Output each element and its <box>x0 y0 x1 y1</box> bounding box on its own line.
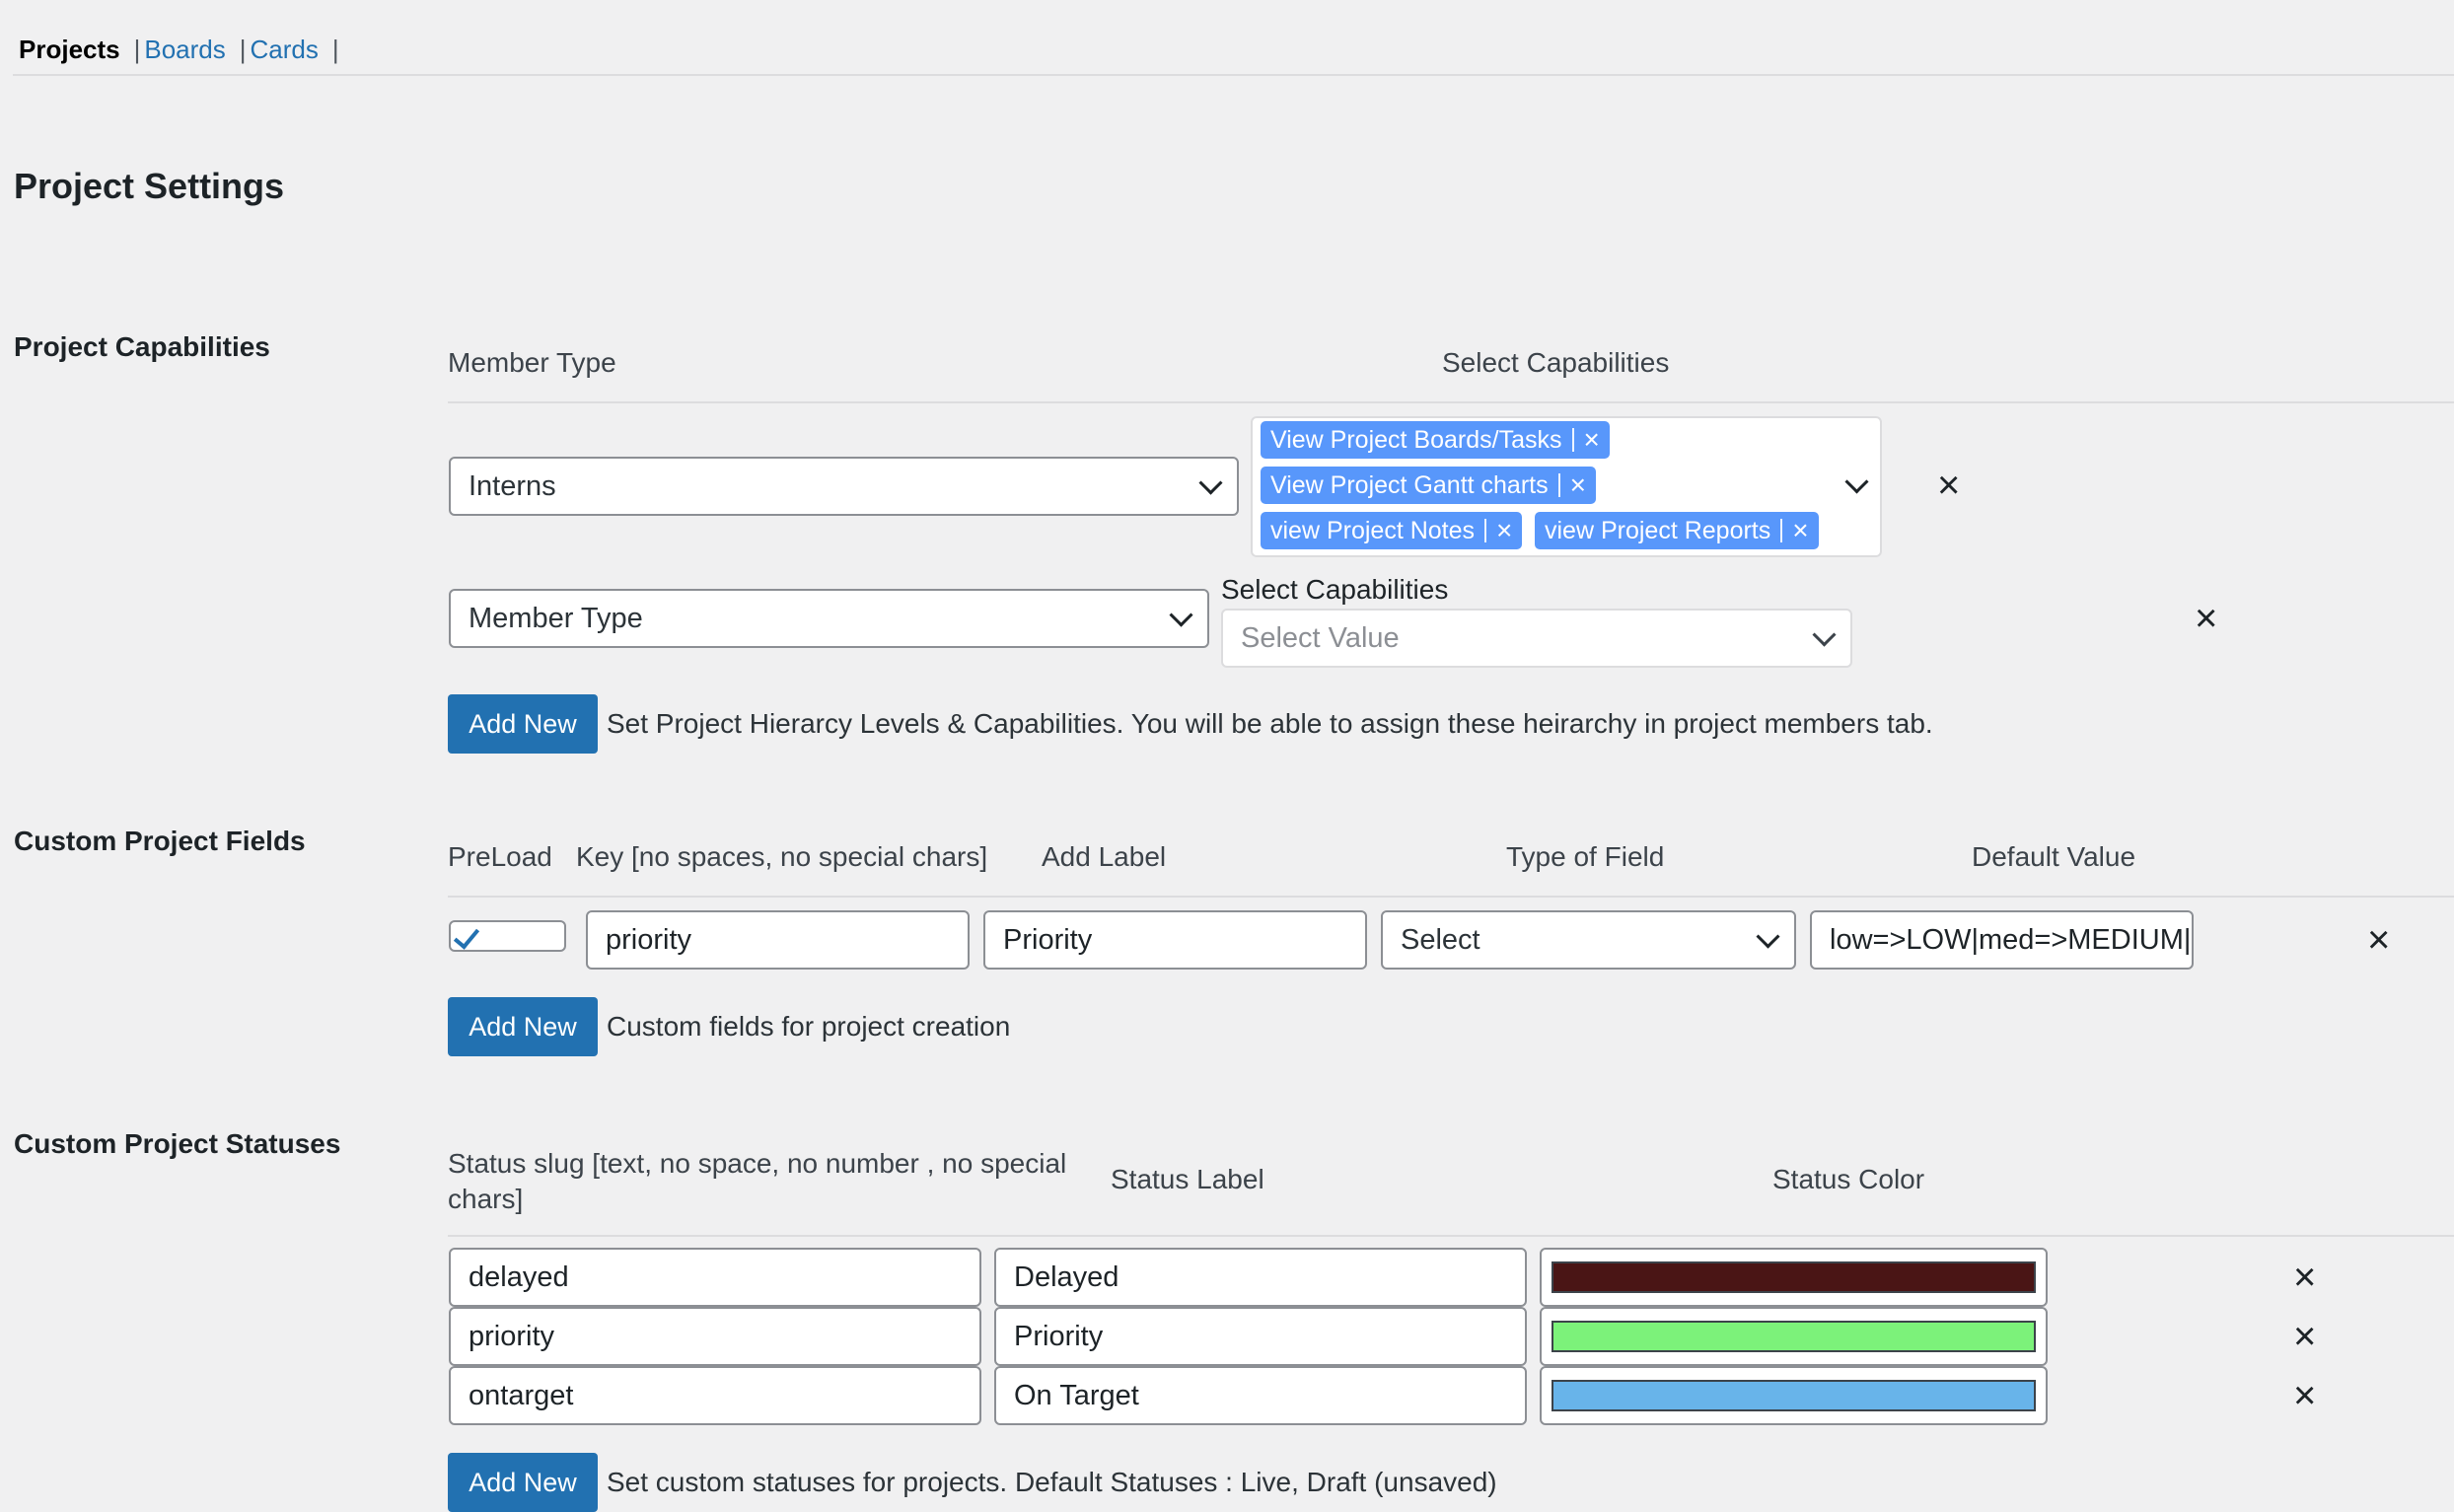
tab-separator: | <box>239 35 247 64</box>
capability-chip: View Project Gantt charts × <box>1261 467 1596 504</box>
field-label-input[interactable]: Priority <box>983 910 1367 970</box>
chip-label: view Project Notes <box>1270 516 1476 544</box>
fields-help-text: Custom fields for project creation <box>607 1011 1011 1042</box>
color-swatch <box>1552 1261 2036 1293</box>
field-default-input[interactable]: low=>LOW|med=>MEDIUM| <box>1810 910 2194 970</box>
remove-row-icon[interactable]: × <box>2367 920 2390 960</box>
chip-remove-icon[interactable]: × <box>1792 517 1808 544</box>
checkmark-icon <box>453 922 480 950</box>
chip-remove-icon[interactable]: × <box>1584 426 1600 454</box>
chevron-down-icon <box>1198 470 1223 495</box>
chip-divider <box>1484 519 1487 542</box>
status-color-picker[interactable] <box>1540 1366 2048 1425</box>
member-type-select[interactable]: Interns <box>449 457 1239 516</box>
remove-row-icon[interactable]: × <box>2293 1376 2316 1415</box>
select-capabilities-label: Select Capabilities <box>1221 574 1449 605</box>
column-header-status-label: Status Label <box>1111 1164 1264 1194</box>
chip-remove-icon[interactable]: × <box>1496 517 1512 544</box>
page-title: Project Settings <box>14 166 285 206</box>
status-slug-input[interactable]: delayed <box>449 1248 981 1307</box>
add-field-button[interactable]: Add New <box>448 997 598 1056</box>
column-header-status-slug: Status slug [text, no space, no number ,… <box>448 1146 1066 1217</box>
header-divider <box>448 896 2454 898</box>
capabilities-multiselect[interactable]: View Project Boards/Tasks × View Project … <box>1251 416 1882 557</box>
remove-row-icon[interactable]: × <box>2293 1258 2316 1297</box>
color-swatch <box>1552 1321 2036 1352</box>
capabilities-select[interactable]: Select Value <box>1221 609 1852 668</box>
capabilities-placeholder: Select Value <box>1241 621 1400 654</box>
chip-label: View Project Gantt charts <box>1270 470 1549 499</box>
status-slug-input[interactable]: priority <box>449 1307 981 1366</box>
add-status-button[interactable]: Add New <box>448 1453 598 1512</box>
column-header-key: Key [no spaces, no special chars] <box>576 841 988 872</box>
color-swatch <box>1552 1380 2036 1411</box>
top-tabs: Projects | Boards | Cards | <box>19 30 343 69</box>
header-divider <box>448 401 2454 403</box>
member-type-value: Interns <box>469 469 556 502</box>
remove-row-icon[interactable]: × <box>2293 1317 2316 1356</box>
status-slug-header-line: chars] <box>448 1184 524 1214</box>
header-divider <box>448 1235 2454 1237</box>
remove-row-icon[interactable]: × <box>2195 599 2217 638</box>
status-slug-input[interactable]: ontarget <box>449 1366 981 1425</box>
column-header-preload: PreLoad <box>448 841 552 872</box>
column-header-label: Add Label <box>1042 841 1167 872</box>
add-capability-button[interactable]: Add New <box>448 694 598 754</box>
statuses-help-text: Set custom statuses for projects. Defaul… <box>607 1467 1497 1497</box>
field-type-select[interactable]: Select <box>1381 910 1796 970</box>
chip-divider <box>1557 473 1560 497</box>
tab-separator: | <box>331 35 339 64</box>
capability-chip: View Project Boards/Tasks × <box>1261 421 1610 459</box>
member-type-value: Member Type <box>469 602 643 634</box>
section-title-capabilities: Project Capabilities <box>14 331 270 362</box>
field-key-input[interactable]: priority <box>586 910 970 970</box>
column-header-status-color: Status Color <box>1772 1164 1925 1194</box>
tab-boards[interactable]: Boards <box>144 35 225 64</box>
chip-remove-icon[interactable]: × <box>1570 471 1586 499</box>
section-title-statuses: Custom Project Statuses <box>14 1128 341 1159</box>
chip-divider <box>1571 428 1574 452</box>
tabs-divider <box>13 74 2454 76</box>
column-header-member-type: Member Type <box>448 347 616 378</box>
tab-separator: | <box>133 35 141 64</box>
status-color-picker[interactable] <box>1540 1307 2048 1366</box>
remove-row-icon[interactable]: × <box>1937 466 1960 505</box>
status-label-input[interactable]: On Target <box>994 1366 1527 1425</box>
field-type-value: Select <box>1401 923 1480 956</box>
chip-label: View Project Boards/Tasks <box>1270 425 1562 454</box>
tab-projects[interactable]: Projects <box>19 35 120 64</box>
status-label-input[interactable]: Priority <box>994 1307 1527 1366</box>
status-slug-header-line: Status slug [text, no space, no number ,… <box>448 1148 1067 1179</box>
section-title-fields: Custom Project Fields <box>14 826 306 856</box>
chevron-down-icon <box>1844 469 1869 494</box>
preload-checkbox[interactable] <box>449 920 566 952</box>
chip-divider <box>1780 519 1783 542</box>
column-header-type: Type of Field <box>1506 841 1665 872</box>
capability-chip: view Project Reports × <box>1535 512 1819 549</box>
column-header-select-capabilities: Select Capabilities <box>1442 347 1670 378</box>
capabilities-help-text: Set Project Hierarcy Levels & Capabiliti… <box>607 708 1933 739</box>
chevron-down-icon <box>1169 603 1193 627</box>
member-type-select[interactable]: Member Type <box>449 589 1209 648</box>
capability-chip: view Project Notes × <box>1261 512 1523 549</box>
chevron-down-icon <box>1812 622 1837 647</box>
chip-label: view Project Reports <box>1545 516 1771 544</box>
status-color-picker[interactable] <box>1540 1248 2048 1307</box>
tab-cards[interactable]: Cards <box>251 35 319 64</box>
chevron-down-icon <box>1756 924 1780 949</box>
column-header-default: Default Value <box>1972 841 2136 872</box>
status-label-input[interactable]: Delayed <box>994 1248 1527 1307</box>
